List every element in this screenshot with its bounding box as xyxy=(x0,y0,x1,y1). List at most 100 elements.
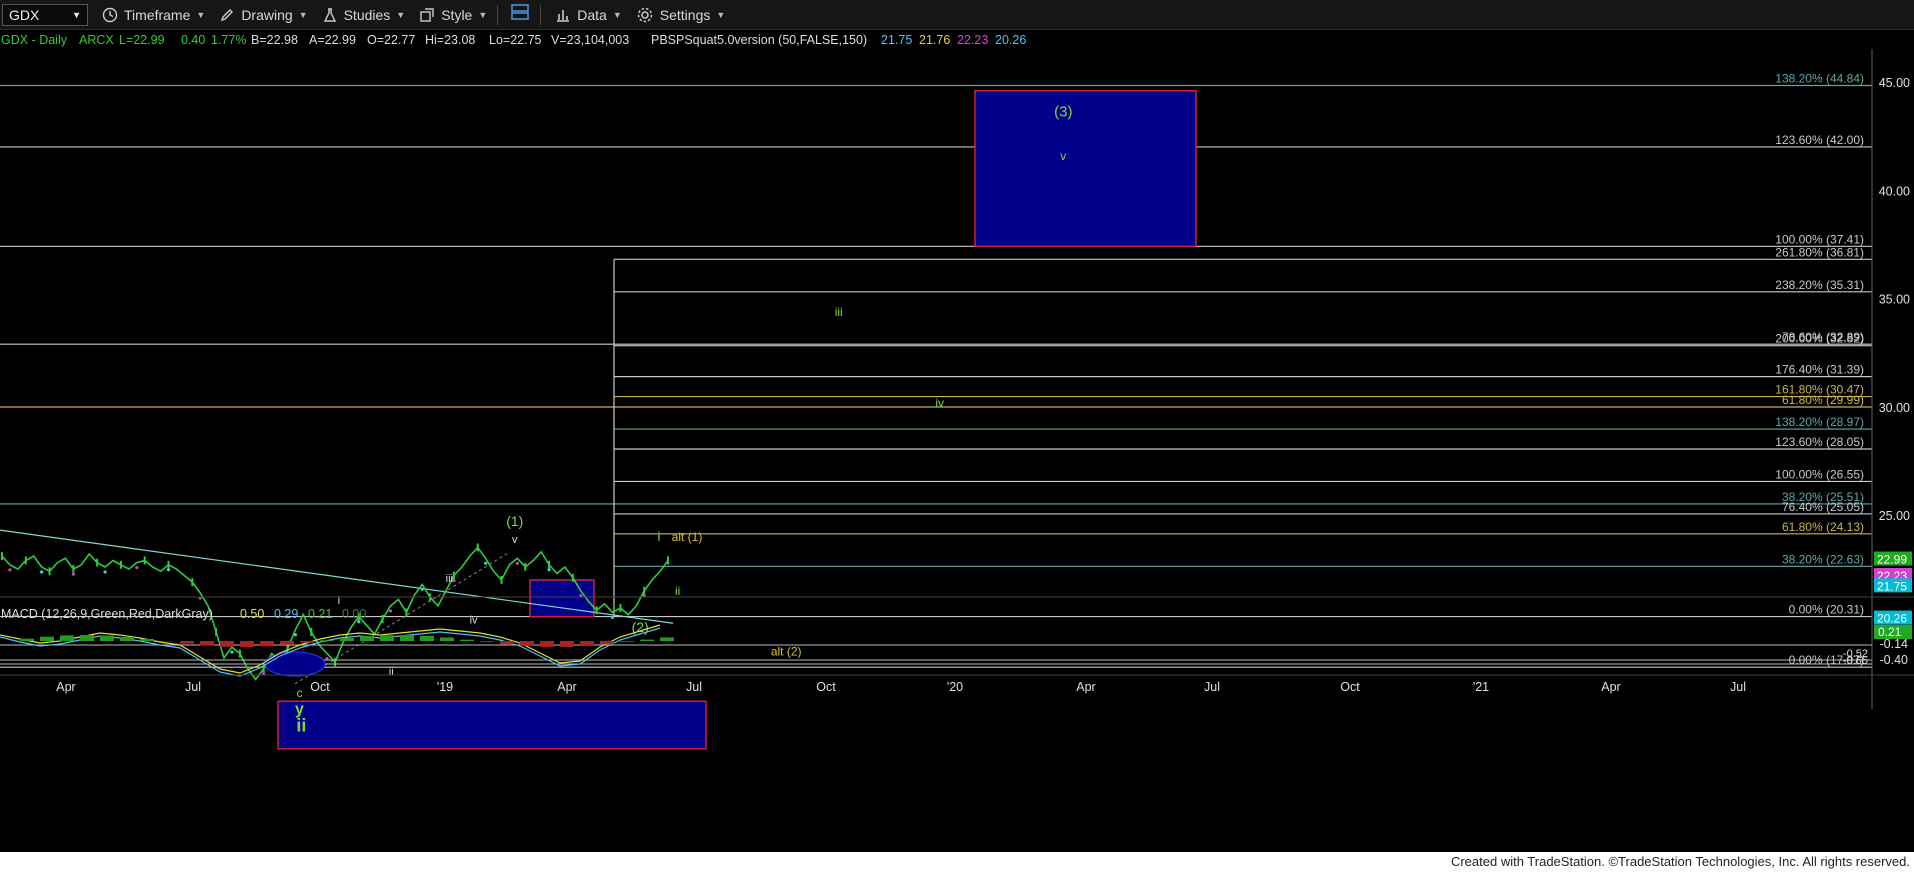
price-bar xyxy=(524,562,527,571)
x-tick-label: Jul xyxy=(185,680,201,694)
macd-value: 0.50 xyxy=(240,607,264,621)
style-menu[interactable]: Style ▼ xyxy=(419,7,487,23)
wave-label: v xyxy=(1060,149,1066,163)
gear-icon xyxy=(637,7,653,22)
header-value: 21.76 xyxy=(919,33,950,47)
wave3-target-zone xyxy=(974,89,1197,248)
header-value: L=22.99 xyxy=(119,33,165,47)
fib-level-label: 123.60% (28.05) xyxy=(1775,435,1864,449)
macd-histogram-bar xyxy=(560,641,574,647)
price-marker-label: 20.26 xyxy=(1877,612,1907,626)
price-tick-label: 25.00 xyxy=(1879,509,1910,523)
price-marker-label: 21.75 xyxy=(1877,579,1907,593)
macd-histogram-bar xyxy=(60,635,74,641)
fib-level-label: 138.20% (44.84) xyxy=(1775,71,1864,85)
wave2-support-zone xyxy=(277,700,707,750)
timeframe-label: Timeframe xyxy=(124,6,191,23)
price-bar xyxy=(24,556,27,565)
macd-histogram-bar xyxy=(280,641,294,645)
macd-histogram-bar xyxy=(220,641,234,647)
x-tick-label: Apr xyxy=(56,680,75,694)
macd-histogram-bar xyxy=(500,641,514,645)
price-bar xyxy=(452,571,455,580)
fib-level-label: 38.20% (22.63) xyxy=(1782,552,1864,566)
x-tick-label: Jul xyxy=(1204,680,1220,694)
x-tick-label: Oct xyxy=(310,680,330,694)
header-value: 1.77% xyxy=(211,33,246,47)
macd-signal-line xyxy=(0,627,661,677)
wave-label: (3) xyxy=(1054,104,1072,121)
fib-level-label: 100.00% (37.41) xyxy=(1775,232,1864,246)
caret-down-icon: ▼ xyxy=(612,9,622,20)
price-bar xyxy=(595,606,598,615)
chevron-down-icon: ▼ xyxy=(72,9,81,20)
settings-menu[interactable]: Settings ▼ xyxy=(636,6,725,24)
header-value: Hi=23.08 xyxy=(425,33,475,47)
symbol-dropdown[interactable]: GDX ▼ xyxy=(2,3,88,26)
drawing-menu[interactable]: Drawing ▼ xyxy=(219,6,308,23)
wave-label: iii xyxy=(835,305,843,319)
macd-histogram-bar xyxy=(440,637,454,641)
symbol-value: GDX xyxy=(9,6,40,23)
timeframe-menu[interactable]: Timeframe ▼ xyxy=(102,7,205,23)
signal-dot xyxy=(610,615,615,620)
price-chart[interactable]: GDX - Daily ARCX L=22.99 0.40 1.77% B=22.98 A=… xyxy=(0,29,1914,852)
header-value: B=22.98 xyxy=(251,33,298,47)
macd-histogram-bar xyxy=(200,641,214,646)
signal-dot xyxy=(293,633,297,637)
macd-histogram-bar xyxy=(480,641,494,643)
price-bar xyxy=(476,543,479,552)
macd-axis-label: -0.65 xyxy=(1843,655,1868,667)
price-bar xyxy=(72,565,75,574)
fib-level-label: 78.60% (32.89) xyxy=(1782,330,1864,344)
drawing-label: Drawing xyxy=(241,6,293,23)
macd-histogram-bar xyxy=(260,641,274,647)
price-bar xyxy=(667,556,669,565)
wave-label: i xyxy=(657,529,660,544)
header-value: PBSPSquat5.0version (50,FALSE,150) xyxy=(651,33,867,47)
signal-dot xyxy=(71,572,75,576)
macd-histogram-bar xyxy=(100,635,114,641)
pencil-icon xyxy=(221,8,234,21)
wave-label: iii xyxy=(446,573,453,585)
fib-level-label: 61.80% (29.99) xyxy=(1782,393,1864,407)
wave-label: alt (2) xyxy=(771,645,802,659)
studies-menu[interactable]: Studies ▼ xyxy=(322,7,406,23)
macd-axis-label: -0.40 xyxy=(1880,653,1909,667)
header-value: GDX - Daily xyxy=(1,33,68,47)
x-tick-label: Apr xyxy=(1076,680,1095,694)
layout-icon[interactable] xyxy=(510,2,530,27)
price-bar xyxy=(381,614,384,623)
price-bar xyxy=(238,649,241,658)
price-tick-label: 45.00 xyxy=(1879,76,1910,90)
signal-dot xyxy=(388,609,393,613)
macd-value: 0.21 xyxy=(308,607,332,621)
fib-level-label: 76.40% (25.05) xyxy=(1782,500,1864,514)
settings-label: Settings xyxy=(659,6,711,23)
toolbar-divider xyxy=(497,4,499,25)
header-value: 22.23 xyxy=(957,33,988,47)
style-icon xyxy=(420,7,434,22)
macd-axis-label: -0.14 xyxy=(1880,637,1909,651)
wave-label: (1) xyxy=(506,513,523,529)
wave-label: alt (1) xyxy=(672,530,703,544)
price-tick-label: 35.00 xyxy=(1879,293,1910,307)
price-bar xyxy=(96,558,99,567)
x-tick-label: '21 xyxy=(1473,680,1489,694)
caret-down-icon: ▼ xyxy=(396,9,406,20)
macd-current-label: 0.21 xyxy=(1878,625,1902,639)
header-value: 21.75 xyxy=(881,33,912,47)
x-tick-label: Apr xyxy=(1601,680,1620,694)
x-tick-label: '19 xyxy=(437,680,453,694)
price-bar xyxy=(215,627,218,636)
macd-histogram-bar xyxy=(380,635,394,641)
macd-histogram-bar xyxy=(320,640,334,641)
price-bar xyxy=(500,575,503,584)
macd-histogram-bar xyxy=(420,635,434,641)
toolbar-divider xyxy=(540,4,542,25)
header-value: 20.26 xyxy=(995,33,1026,47)
macd-histogram-bar xyxy=(520,641,534,646)
data-menu[interactable]: Data ▼ xyxy=(555,7,622,23)
fib-level-label: 0.00% (20.31) xyxy=(1789,603,1864,617)
price-bar xyxy=(1,552,3,561)
